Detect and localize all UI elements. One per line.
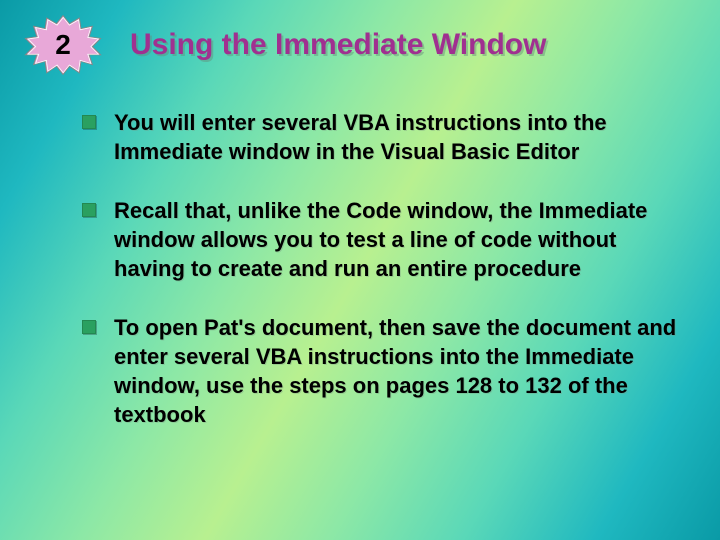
bullet-list: You will enter several VBA instructions … — [74, 108, 680, 459]
bullet-icon — [82, 203, 96, 217]
slide-number: 2 — [22, 14, 104, 76]
bullet-icon — [82, 115, 96, 129]
slide-title: Using the Immediate Window — [130, 28, 546, 62]
bullet-text: To open Pat's document, then save the do… — [114, 315, 676, 427]
bullet-text: You will enter several VBA instructions … — [114, 110, 607, 164]
bullet-text: Recall that, unlike the Code window, the… — [114, 198, 647, 281]
list-item: To open Pat's document, then save the do… — [74, 313, 680, 429]
slide-number-badge: 2 — [22, 14, 104, 76]
list-item: You will enter several VBA instructions … — [74, 108, 680, 166]
list-item: Recall that, unlike the Code window, the… — [74, 196, 680, 283]
bullet-icon — [82, 320, 96, 334]
